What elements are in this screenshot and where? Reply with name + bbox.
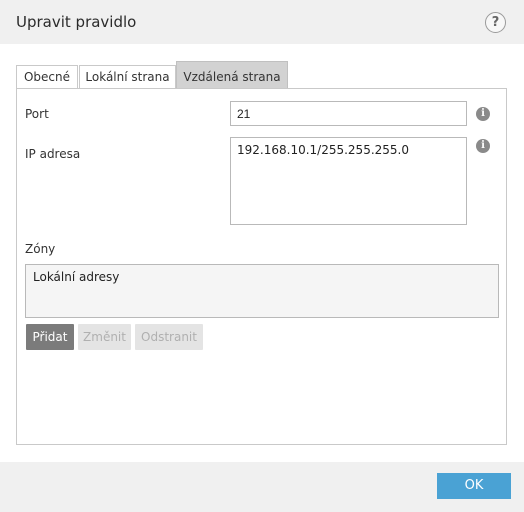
add-button[interactable]: Přidat (26, 324, 74, 350)
dialog-title: Upravit pravidlo (16, 13, 137, 31)
ip-address-label: IP adresa (25, 147, 81, 161)
zones-label: Zóny (25, 242, 56, 256)
port-input[interactable] (230, 101, 467, 126)
help-icon[interactable]: ? (485, 12, 506, 33)
ok-button[interactable]: OK (437, 473, 511, 499)
zones-list[interactable]: Lokální adresy (25, 264, 499, 318)
edit-button[interactable]: Změnit (78, 324, 131, 350)
ip-address-field[interactable]: 192.168.10.1/255.255.255.0 (230, 137, 467, 225)
zones-list-item[interactable]: Lokální adresy (33, 270, 491, 284)
port-label: Port (25, 107, 49, 121)
remove-button[interactable]: Odstranit (135, 324, 203, 350)
ip-info-icon[interactable]: i (476, 139, 490, 153)
title-bar: Upravit pravidlo ? (0, 0, 524, 44)
tab-local-side[interactable]: Lokální strana (79, 65, 176, 89)
port-info-icon[interactable]: i (476, 107, 490, 121)
tab-remote-side[interactable]: Vzdálená strana (176, 61, 288, 89)
tab-general[interactable]: Obecné (16, 65, 78, 89)
